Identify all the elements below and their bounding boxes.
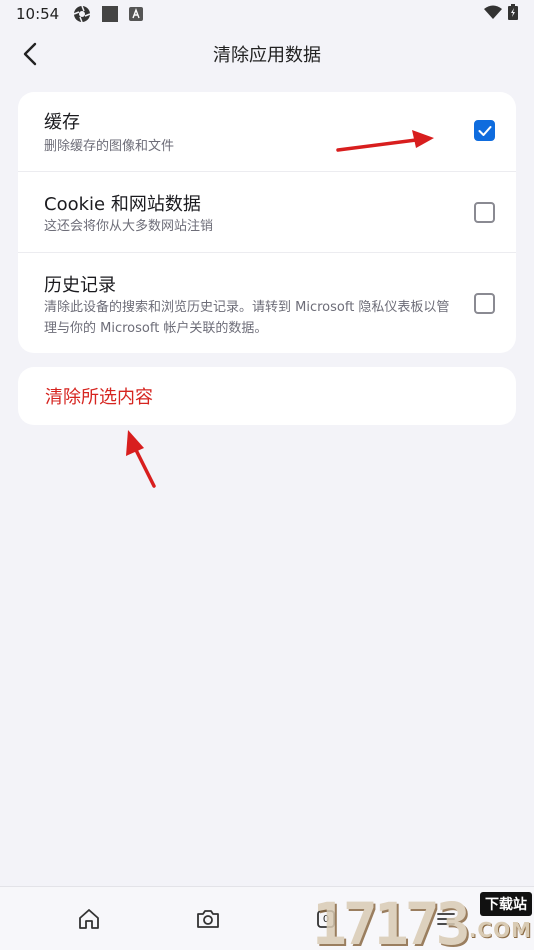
- option-label: 缓存: [44, 112, 80, 133]
- option-description: 这还会将你从大多数网站注销: [44, 219, 214, 234]
- checkbox-cache[interactable]: [474, 120, 495, 141]
- menu-button[interactable]: [432, 905, 460, 933]
- tabs-button[interactable]: 0: [312, 905, 340, 933]
- option-description: 删除缓存的图像和文件: [44, 139, 175, 154]
- status-right: [484, 4, 518, 24]
- camera-icon: [197, 910, 219, 928]
- chevron-left-icon: [23, 42, 37, 66]
- option-row-cookies[interactable]: Cookie 和网站数据 这还会将你从大多数网站注销: [18, 172, 516, 253]
- bottom-nav: 0: [0, 886, 534, 950]
- annotation-arrow-up-icon: [126, 430, 156, 488]
- battery-icon: [508, 4, 518, 24]
- clear-selected-label: 清除所选内容: [45, 387, 153, 408]
- option-row-cache[interactable]: 缓存 删除缓存的图像和文件: [18, 92, 516, 172]
- checkbox-cookies[interactable]: [474, 202, 495, 223]
- checkmark-icon: [478, 125, 491, 136]
- home-icon: [79, 909, 99, 929]
- options-card: 缓存 删除缓存的图像和文件 Cookie 和网站数据 这还会将你从大多数网站注销…: [18, 92, 516, 353]
- a-badge-icon: [129, 7, 144, 21]
- home-button[interactable]: [75, 905, 103, 933]
- aperture-icon: [73, 5, 91, 23]
- clear-selected-button[interactable]: 清除所选内容: [18, 367, 516, 425]
- back-button[interactable]: [14, 38, 46, 70]
- camera-button[interactable]: [194, 905, 222, 933]
- menu-icon: [437, 913, 455, 925]
- square-icon: [101, 5, 119, 23]
- status-bar: 10:54: [0, 0, 534, 28]
- page-header: 清除应用数据: [0, 30, 534, 78]
- checkbox-history[interactable]: [474, 293, 495, 314]
- option-row-history[interactable]: 历史记录 清除此设备的搜索和浏览历史记录。请转到 Microsoft 隐私仪表板…: [18, 253, 516, 353]
- option-label: Cookie 和网站数据: [44, 194, 201, 215]
- page-title: 清除应用数据: [213, 45, 321, 66]
- option-description: 清除此设备的搜索和浏览历史记录。请转到 Microsoft 隐私仪表板以管理与你…: [44, 300, 450, 336]
- option-label: 历史记录: [44, 275, 116, 296]
- tab-count: 0: [322, 913, 330, 925]
- wifi-icon: [484, 5, 502, 23]
- status-time: 10:54: [16, 5, 60, 23]
